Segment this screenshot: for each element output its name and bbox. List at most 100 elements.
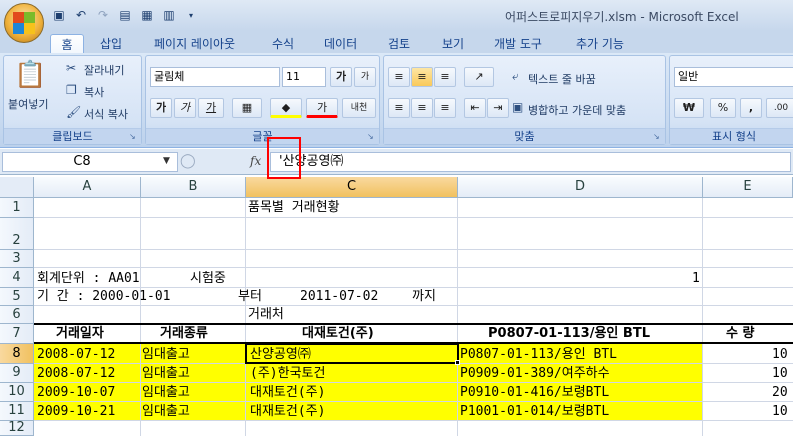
increase-decimal-icon[interactable]: .00	[766, 98, 793, 118]
column-header-d[interactable]: D	[458, 177, 703, 198]
cell-b5[interactable]: 부터	[238, 287, 262, 306]
font-name-input[interactable]: 굴림체	[150, 67, 280, 87]
number-format-input[interactable]: 일반	[674, 67, 793, 87]
dialog-launcher-icon[interactable]: ↘	[653, 132, 663, 142]
redo-icon[interactable]: ↷	[94, 6, 112, 24]
align-middle-icon[interactable]: ≡	[411, 67, 433, 87]
fill-color-icon[interactable]: ◆	[270, 98, 302, 118]
row-header[interactable]: 2	[0, 218, 34, 250]
paste-button[interactable]: 붙여넣기	[8, 96, 48, 112]
cell-e11[interactable]: 10	[772, 402, 788, 421]
cell-d11[interactable]: P1001-01-014/보령BTL	[460, 402, 609, 421]
comma-button[interactable]: ,	[740, 98, 762, 118]
dialog-launcher-icon[interactable]: ↘	[129, 132, 139, 142]
cell-b8[interactable]: 임대출고	[142, 345, 190, 364]
cell-b10[interactable]: 임대출고	[142, 383, 190, 402]
italic-button[interactable]: 가	[174, 98, 196, 118]
worksheet-grid[interactable]: A B C D E 1 2 3 4 5 6 7 8 9 10 11 12 품목별…	[0, 177, 793, 436]
align-left-icon[interactable]: ≡	[388, 98, 410, 118]
shrink-font-button[interactable]: 가	[354, 67, 376, 87]
cut-button[interactable]: 잘라내기	[84, 62, 124, 78]
dialog-launcher-icon[interactable]: ↘	[367, 132, 377, 142]
column-header-b[interactable]: B	[141, 177, 246, 198]
tab-add-ins[interactable]: 추가 기능	[576, 34, 624, 53]
cell-a8[interactable]: 2008-07-12	[37, 345, 115, 364]
cell-c1[interactable]: 품목별 거래현황	[248, 198, 340, 217]
currency-button[interactable]: ₩	[674, 98, 704, 118]
cell-b7[interactable]: 거래종류	[160, 324, 208, 343]
tab-home[interactable]: 홈	[50, 34, 84, 53]
tab-data[interactable]: 데이터	[324, 34, 357, 53]
cell-d9[interactable]: P0909-01-389/여주하수	[460, 364, 610, 383]
percent-button[interactable]: %	[710, 98, 736, 118]
chart-icon[interactable]: ▦	[138, 6, 156, 24]
cell-a5[interactable]: 기 간 : 2000-01-01	[37, 287, 171, 306]
cell-c7[interactable]: 대재토건(주)	[302, 324, 374, 343]
cell-e7[interactable]: 수 량	[726, 324, 754, 343]
tab-developer[interactable]: 개발 도구	[494, 34, 542, 53]
cell-e9[interactable]: 10	[772, 364, 788, 383]
bold-button[interactable]: 가	[150, 98, 172, 118]
align-top-icon[interactable]: ≡	[388, 67, 410, 87]
cell-c5[interactable]: 2011-07-02	[300, 287, 378, 306]
align-center-icon[interactable]: ≡	[411, 98, 433, 118]
office-button[interactable]	[4, 3, 44, 43]
orientation-icon[interactable]: ↗	[464, 67, 494, 87]
cell-b4[interactable]: 시험중	[190, 269, 226, 288]
select-all-button[interactable]	[0, 177, 34, 198]
formula-input[interactable]: '산양공영㈜	[270, 152, 791, 172]
row-header[interactable]: 11	[0, 402, 34, 421]
print-preview-icon[interactable]: ▤	[116, 6, 134, 24]
cell-c6[interactable]: 거래처	[248, 305, 284, 324]
row-header[interactable]: 7	[0, 324, 34, 344]
fill-handle[interactable]	[455, 360, 460, 365]
align-right-icon[interactable]: ≡	[434, 98, 456, 118]
merge-center-button[interactable]: 병합하고 가운데 맞춤	[528, 102, 626, 118]
increase-indent-icon[interactable]: ⇥	[487, 98, 509, 118]
grow-font-button[interactable]: 가	[330, 67, 352, 87]
tab-view[interactable]: 보기	[442, 34, 464, 53]
row-header[interactable]: 4	[0, 268, 34, 288]
copy-button[interactable]: 복사	[84, 84, 104, 100]
column-header-c[interactable]: C	[246, 177, 458, 198]
cell-e10[interactable]: 20	[772, 383, 788, 402]
undo-icon[interactable]: ↶	[72, 6, 90, 24]
cell-a7[interactable]: 거래일자	[56, 324, 104, 343]
cell-d8[interactable]: P0807-01-113/용인 BTL	[460, 345, 617, 364]
cell-e8[interactable]: 10	[772, 345, 788, 364]
phonetic-button[interactable]: 내천	[342, 98, 376, 118]
column-header-e[interactable]: E	[703, 177, 793, 198]
tab-insert[interactable]: 삽입	[100, 34, 122, 53]
form-icon[interactable]: ▥	[160, 6, 178, 24]
font-size-input[interactable]: 11	[282, 67, 326, 87]
decrease-indent-icon[interactable]: ⇤	[464, 98, 486, 118]
cell-b11[interactable]: 임대출고	[142, 402, 190, 421]
cell-d10[interactable]: P0910-01-416/보령BTL	[460, 383, 609, 402]
name-box[interactable]: C8	[2, 152, 178, 172]
wrap-text-button[interactable]: 텍스트 줄 바꿈	[528, 71, 596, 87]
column-header-a[interactable]: A	[34, 177, 141, 198]
customize-icon[interactable]: ▾	[182, 6, 200, 24]
cell-b9[interactable]: 임대출고	[142, 364, 190, 383]
tab-review[interactable]: 검토	[388, 34, 410, 53]
tab-page-layout[interactable]: 페이지 레이아웃	[154, 34, 235, 53]
cell-a4[interactable]: 회계단위 : AA01	[37, 269, 140, 288]
row-header[interactable]: 1	[0, 198, 34, 218]
border-button[interactable]: ▦	[232, 98, 262, 118]
format-painter-button[interactable]: 서식 복사	[84, 106, 128, 122]
row-header[interactable]: 12	[0, 421, 34, 436]
row-header[interactable]: 10	[0, 383, 34, 402]
cell-c9[interactable]: (주)한국토건	[250, 364, 325, 383]
paste-icon[interactable]: 📋	[14, 60, 46, 90]
row-header[interactable]: 5	[0, 288, 34, 306]
tab-formulas[interactable]: 수식	[272, 34, 294, 53]
cell-a9[interactable]: 2008-07-12	[37, 364, 115, 383]
insert-function-icon[interactable]: fx	[250, 154, 261, 168]
cell-c11[interactable]: 대재토건(주)	[250, 402, 325, 421]
row-header[interactable]: 6	[0, 306, 34, 324]
font-color-button[interactable]: 가	[306, 98, 338, 118]
cell-e4[interactable]: 1	[692, 269, 700, 288]
row-header[interactable]: 8	[0, 344, 34, 364]
row-header[interactable]: 3	[0, 250, 34, 268]
cell-a10[interactable]: 2009-10-07	[37, 383, 115, 402]
